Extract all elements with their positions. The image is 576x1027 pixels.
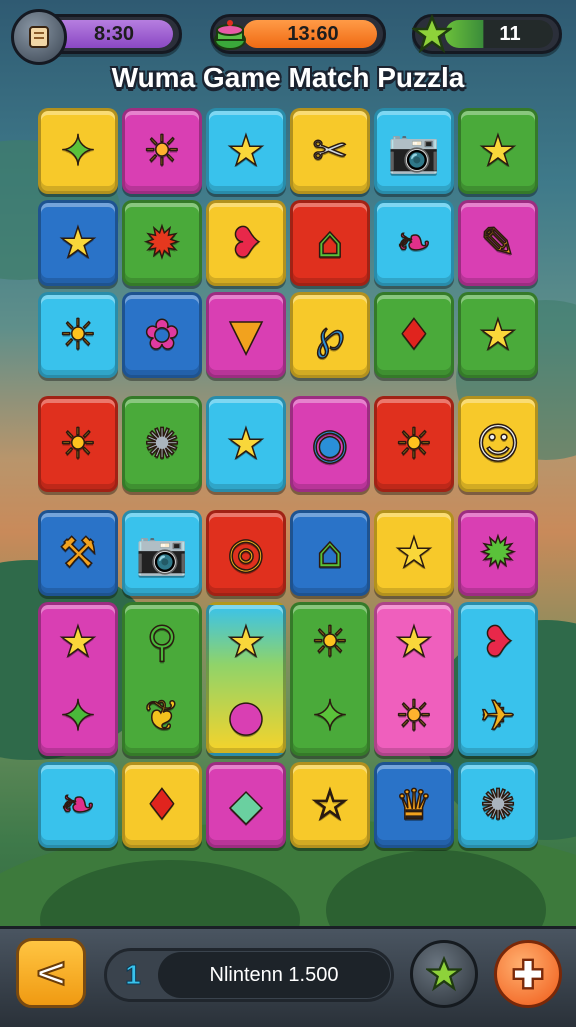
game-board: ✦ ☀ ★ ✂ 📷 ★ ★ ✹ ❥ ⌂ ❧ ✎ ☀ ✿ ▼ ℘ ♦ ★ ☀ ✺ ★ ◉ ☀ ☺ ⚒ 📷 ◎ ⌂ ★ ✹ ★ ✦ ⚲ ❦ ★ ● ☀ ✦ ★ ☀…: [0, 0, 576, 1024]
house-icon: ⌂: [316, 218, 344, 267]
tile-r1-c3[interactable]: ★: [206, 108, 286, 194]
tile-r6-c1[interactable]: ★ ✦: [38, 602, 118, 756]
tile-r2-c4[interactable]: ⌂: [290, 200, 370, 286]
tile-r1-c4[interactable]: ✂: [290, 108, 370, 194]
tile-r1-c1[interactable]: ✦: [38, 108, 118, 194]
tile-r3-c6[interactable]: ★: [458, 292, 538, 378]
tile-r7-c6[interactable]: ✺: [458, 762, 538, 848]
star-icon: ★: [394, 617, 433, 666]
tile-r7-c3[interactable]: ◆: [206, 762, 286, 848]
sun-icon: ☀: [58, 310, 97, 359]
star-icon: ★: [226, 126, 265, 175]
level-label: Nlintenn 1.500: [158, 952, 390, 998]
ice-cream-icon: ♛: [394, 780, 433, 829]
swirl-icon: ◉: [311, 419, 349, 468]
hammer-icon: ⚒: [58, 528, 97, 577]
tile-r4-c4[interactable]: ◉: [290, 396, 370, 492]
tile-r7-c4[interactable]: ☆: [290, 762, 370, 848]
tile-r6-c5[interactable]: ★ ☀: [374, 602, 454, 756]
red-gem-icon: ♦: [142, 780, 181, 829]
tile-r6-c2[interactable]: ⚲ ❦: [122, 602, 202, 756]
back-arrow-icon: <: [33, 949, 68, 997]
house-icon: ⌂: [316, 528, 344, 577]
star-icon: ★: [58, 218, 97, 267]
tile-r5-c4[interactable]: ⌂: [290, 510, 370, 596]
magnifier-icon: ⚲: [146, 617, 178, 666]
sun-icon: ☀: [394, 419, 433, 468]
tile-r5-c6[interactable]: ✹: [458, 510, 538, 596]
bird-icon: ❦: [144, 691, 181, 740]
swirl-icon: ℘: [315, 310, 346, 359]
tile-r3-c3[interactable]: ▼: [206, 292, 286, 378]
robot-icon: ✺: [144, 419, 181, 468]
tile-r4-c1[interactable]: ☀: [38, 396, 118, 492]
tile-r4-c2[interactable]: ✺: [122, 396, 202, 492]
speech-bubble-icon: ❥: [480, 617, 517, 666]
camera-icon: 📷: [135, 528, 189, 577]
gem-icon: ◆: [229, 780, 263, 829]
plus-icon: [512, 958, 544, 990]
tile-r2-c5[interactable]: ❧: [374, 200, 454, 286]
tile-r5-c3[interactable]: ◎: [206, 510, 286, 596]
tile-r6-c4[interactable]: ☀ ✦: [290, 602, 370, 756]
star-icon: ★: [478, 126, 517, 175]
tile-r5-c5[interactable]: ★: [374, 510, 454, 596]
back-button[interactable]: <: [16, 938, 86, 1008]
tile-r4-c6[interactable]: ☺: [458, 396, 538, 492]
tile-r6-c6[interactable]: ❥ ✈: [458, 602, 538, 756]
red-sun-icon: ✹: [144, 218, 181, 267]
green-creature-icon: ✦: [60, 691, 97, 740]
level-number: 1: [125, 959, 142, 991]
rocket-icon: ✈: [480, 691, 517, 740]
tile-r2-c2[interactable]: ✹: [122, 200, 202, 286]
tile-r7-c5[interactable]: ♛: [374, 762, 454, 848]
red-gem-icon: ♦: [394, 310, 433, 359]
tile-r6-c3[interactable]: ★ ●: [206, 602, 286, 756]
tile-r5-c1[interactable]: ⚒: [38, 510, 118, 596]
tile-r7-c1[interactable]: ❧: [38, 762, 118, 848]
tile-r1-c2[interactable]: ☀: [122, 108, 202, 194]
flower-icon: ✿: [144, 310, 181, 359]
ring-icon: ◎: [227, 528, 265, 577]
tools-icon: ✂: [312, 126, 349, 175]
tile-r3-c4[interactable]: ℘: [290, 292, 370, 378]
tile-r1-c5[interactable]: 📷: [374, 108, 454, 194]
ball-icon: ●: [227, 691, 265, 740]
star-icon: ★: [226, 617, 265, 666]
camera-icon: 📷: [387, 126, 441, 175]
star-icon: [426, 956, 462, 992]
sun-face-icon: ☀: [142, 126, 181, 175]
gear-icon: ✹: [480, 528, 517, 577]
tile-r1-c6[interactable]: ★: [458, 108, 538, 194]
green-star-icon: ✦: [312, 691, 349, 740]
sun-face-icon: ☀: [394, 691, 433, 740]
tile-r3-c5[interactable]: ♦: [374, 292, 454, 378]
ice-cream-icon: ▼: [229, 310, 263, 359]
tile-r4-c3[interactable]: ★: [206, 396, 286, 492]
tile-r2-c3[interactable]: ❥: [206, 200, 286, 286]
bean-icon: ❧: [396, 218, 433, 267]
robot-icon: ✺: [480, 780, 517, 829]
bean-icon: ❧: [60, 780, 97, 829]
star-icon: ★: [226, 419, 265, 468]
tile-r4-c5[interactable]: ☀: [374, 396, 454, 492]
tile-r3-c2[interactable]: ✿: [122, 292, 202, 378]
helmet-face-icon: ☺: [475, 419, 520, 468]
tile-r7-c2[interactable]: ♦: [122, 762, 202, 848]
tile-r2-c1[interactable]: ★: [38, 200, 118, 286]
green-star-icon: ✦: [60, 126, 97, 175]
tile-r5-c2[interactable]: 📷: [122, 510, 202, 596]
sun-icon: ☀: [310, 617, 349, 666]
star-icon: ★: [58, 617, 97, 666]
speech-bubble-icon: ❥: [228, 218, 265, 267]
add-button[interactable]: [494, 940, 562, 1008]
tile-r2-c6[interactable]: ✎: [458, 200, 538, 286]
star-icon: ★: [478, 310, 517, 359]
star-button[interactable]: [410, 940, 478, 1008]
star-icon: ★: [394, 528, 433, 577]
sun-icon: ☀: [58, 419, 97, 468]
tile-r3-c1[interactable]: ☀: [38, 292, 118, 378]
microphone-icon: ✎: [480, 218, 517, 267]
star-icon: ☆: [310, 780, 349, 829]
